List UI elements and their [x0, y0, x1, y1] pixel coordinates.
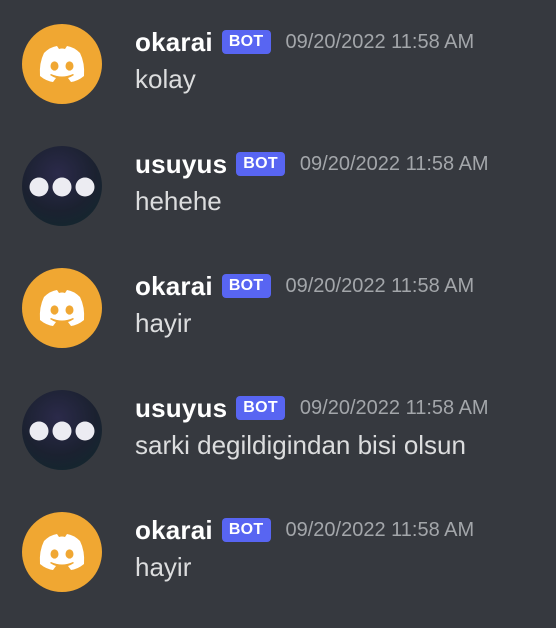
- message-text: kolay: [135, 64, 196, 94]
- username[interactable]: okarai: [135, 515, 213, 546]
- message-text: hayir: [135, 308, 192, 338]
- discord-logo-icon: [39, 290, 85, 326]
- message-item: usuyus BOT 09/20/2022 11:58 AM hehehe: [0, 146, 556, 246]
- message-item: okarai BOT 09/20/2022 11:58 AM hayir: [0, 268, 556, 368]
- chat-message-list: okarai BOT 09/20/2022 11:58 AM kolay usu…: [0, 0, 556, 628]
- avatar[interactable]: [22, 268, 102, 348]
- message-item: okarai BOT 09/20/2022 11:58 AM hayir: [0, 512, 556, 612]
- timestamp: 09/20/2022 11:58 AM: [285, 274, 475, 297]
- timestamp: 09/20/2022 11:58 AM: [299, 152, 489, 175]
- avatar[interactable]: [22, 512, 102, 592]
- timestamp: 09/20/2022 11:58 AM: [285, 30, 475, 53]
- three-dots-icon: [29, 421, 95, 441]
- avatar[interactable]: [22, 146, 102, 226]
- avatar[interactable]: [22, 24, 102, 104]
- bot-tag: BOT: [221, 274, 271, 298]
- timestamp: 09/20/2022 11:58 AM: [285, 518, 475, 541]
- message-header: okarai BOT 09/20/2022 11:58 AM: [135, 270, 474, 302]
- timestamp: 09/20/2022 11:58 AM: [299, 396, 489, 419]
- three-dots-icon: [29, 177, 95, 197]
- message-header: okarai BOT 09/20/2022 11:58 AM: [135, 514, 474, 546]
- bot-tag: BOT: [236, 396, 285, 420]
- username[interactable]: okarai: [135, 271, 213, 302]
- username[interactable]: okarai: [135, 27, 213, 58]
- bot-tag: BOT: [221, 518, 271, 542]
- message-text: sarki degildigindan bisi olsun: [135, 430, 466, 460]
- message-text: hayir: [135, 552, 192, 582]
- username[interactable]: usuyus: [135, 393, 227, 424]
- discord-logo-icon: [39, 46, 85, 82]
- message-text: hehehe: [135, 186, 222, 216]
- username[interactable]: usuyus: [135, 149, 227, 180]
- bot-tag: BOT: [221, 30, 271, 54]
- message-item: usuyus BOT 09/20/2022 11:58 AM sarki deg…: [0, 390, 556, 490]
- message-header: okarai BOT 09/20/2022 11:58 AM: [135, 26, 474, 58]
- discord-logo-icon: [39, 534, 85, 570]
- avatar[interactable]: [22, 390, 102, 470]
- message-header: usuyus BOT 09/20/2022 11:58 AM: [135, 148, 489, 180]
- bot-tag: BOT: [236, 152, 285, 176]
- message-item: okarai BOT 09/20/2022 11:58 AM kolay: [0, 24, 556, 124]
- message-header: usuyus BOT 09/20/2022 11:58 AM: [135, 392, 489, 424]
